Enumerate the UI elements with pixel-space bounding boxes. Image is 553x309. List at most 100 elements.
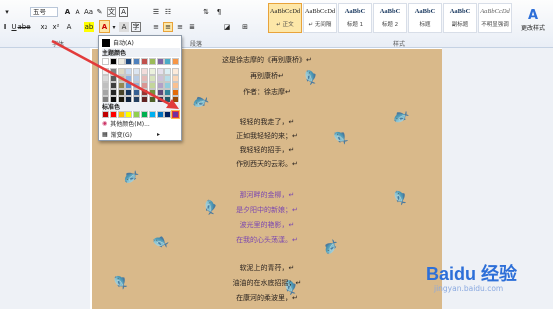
theme-color-swatch[interactable] — [125, 82, 133, 89]
theme-color-swatch[interactable] — [133, 68, 141, 75]
theme-color-swatch[interactable] — [172, 75, 180, 82]
highlight-icon[interactable]: ab — [84, 22, 94, 32]
theme-color-swatch[interactable] — [125, 58, 133, 65]
poem-line[interactable]: 在康河的柔波里，↵ — [92, 293, 442, 303]
strikethrough-icon[interactable]: abe — [17, 22, 30, 32]
text-effects-icon[interactable]: A — [64, 22, 74, 32]
superscript-icon[interactable]: x² — [52, 22, 60, 32]
theme-color-swatch[interactable] — [148, 75, 156, 82]
theme-color-swatch[interactable] — [156, 75, 164, 82]
theme-color-swatch[interactable] — [164, 82, 172, 89]
more-colors-item[interactable]: ◉ 其他颜色(M)... — [102, 119, 150, 128]
numbering-icon[interactable]: ☷ — [163, 7, 173, 17]
standard-color-swatch[interactable] — [141, 111, 148, 118]
purple-standard-swatch[interactable] — [171, 110, 181, 119]
theme-color-swatch[interactable] — [109, 68, 117, 75]
standard-color-swatch[interactable] — [102, 111, 109, 118]
theme-color-swatch[interactable] — [117, 75, 125, 82]
sort-icon[interactable]: ⇅ — [201, 7, 211, 17]
theme-color-swatch[interactable] — [148, 82, 156, 89]
theme-color-swatch[interactable] — [109, 58, 117, 65]
phonetic-icon[interactable]: 文 — [107, 7, 116, 17]
show-marks-icon[interactable]: ¶ — [214, 7, 224, 17]
theme-color-swatch[interactable] — [102, 82, 109, 89]
theme-color-swatch[interactable] — [164, 89, 172, 96]
style-tile-no-spacing[interactable]: AaBbCcDd ↵ 无间隔 — [303, 3, 337, 33]
change-case-icon[interactable]: Aa — [84, 7, 93, 17]
standard-color-swatch[interactable] — [109, 111, 117, 118]
theme-color-swatch[interactable] — [148, 68, 156, 75]
gradient-item[interactable]: ▦ 渐变(G) ▸ — [102, 130, 160, 139]
theme-color-swatch[interactable] — [109, 75, 117, 82]
theme-color-swatch[interactable] — [156, 68, 164, 75]
style-tile-title[interactable]: AaBbC 标题 — [408, 3, 442, 33]
align-center-icon[interactable]: ≡ — [163, 22, 173, 32]
poem-line[interactable]: 软泥上的青荇，↵ — [92, 263, 442, 273]
theme-color-swatch[interactable] — [141, 75, 148, 82]
standard-color-swatch[interactable] — [148, 111, 156, 118]
poem-line[interactable]: 我轻轻的招手，↵ — [92, 145, 442, 155]
theme-color-swatch[interactable] — [172, 89, 180, 96]
standard-color-swatch[interactable] — [125, 111, 133, 118]
theme-color-swatch[interactable] — [125, 89, 133, 96]
theme-color-swatch[interactable] — [156, 89, 164, 96]
theme-color-swatch[interactable] — [133, 75, 141, 82]
font-name-combo-arrow[interactable]: ▾ — [1, 7, 13, 17]
theme-color-swatch[interactable] — [172, 68, 180, 75]
theme-color-swatch[interactable] — [133, 82, 141, 89]
poem-line[interactable]: 波光里的艳影，↵ — [92, 220, 442, 230]
theme-color-swatch[interactable] — [148, 58, 156, 65]
style-tile-subtle-emphasis[interactable]: AaBbCcDd 不明显强调 — [478, 3, 512, 33]
char-shading-icon[interactable]: A — [119, 22, 129, 32]
change-styles-button[interactable]: A 更改样式 — [514, 3, 552, 37]
theme-color-swatch[interactable] — [164, 75, 172, 82]
borders-icon[interactable]: ⊞ — [240, 22, 250, 32]
bold-icon[interactable]: I — [1, 22, 9, 32]
style-tile-normal[interactable]: AaBbCcDd ↵ 正文 — [268, 3, 302, 33]
font-color-button[interactable]: A — [99, 20, 110, 33]
justify-icon[interactable]: ≣ — [187, 22, 197, 32]
theme-color-swatch[interactable] — [117, 82, 125, 89]
theme-color-swatch[interactable] — [141, 82, 148, 89]
theme-color-swatch[interactable] — [102, 75, 109, 82]
theme-color-swatch[interactable] — [141, 58, 148, 65]
theme-color-swatch[interactable] — [164, 68, 172, 75]
auto-color-item[interactable]: 自动(A) — [102, 38, 134, 47]
align-left-icon[interactable]: ≡ — [151, 22, 161, 32]
char-border-icon[interactable]: A — [119, 7, 128, 17]
theme-color-swatch[interactable] — [172, 58, 180, 65]
theme-color-swatch[interactable] — [156, 58, 164, 65]
theme-color-swatch[interactable] — [125, 68, 133, 75]
theme-color-swatch[interactable] — [109, 89, 117, 96]
style-tile-heading1[interactable]: AaBbC 标题 1 — [338, 3, 372, 33]
theme-color-swatch[interactable] — [164, 58, 172, 65]
poem-line[interactable]: 那河畔的金柳，↵ — [92, 190, 442, 200]
theme-color-swatch[interactable] — [172, 82, 180, 89]
poem-line[interactable]: 作别西天的云彩。↵ — [92, 159, 442, 169]
standard-color-swatch[interactable] — [117, 111, 125, 118]
grow-font-icon[interactable]: A — [63, 7, 72, 17]
shading-icon[interactable]: ◪ — [222, 22, 232, 32]
poem-line[interactable]: 在我的心头荡漾。↵ — [92, 235, 442, 245]
standard-color-swatch[interactable] — [133, 111, 141, 118]
theme-color-swatch[interactable] — [133, 58, 141, 65]
subscript-icon[interactable]: x₂ — [40, 22, 48, 32]
shrink-font-icon[interactable]: A — [73, 7, 82, 17]
theme-color-swatch[interactable] — [141, 89, 148, 96]
theme-color-swatch[interactable] — [148, 89, 156, 96]
clear-format-icon[interactable]: ✎ — [95, 7, 104, 17]
theme-color-swatch[interactable] — [109, 82, 117, 89]
theme-color-swatch[interactable] — [156, 82, 164, 89]
style-tile-subtitle[interactable]: AaBbC 副标题 — [443, 3, 477, 33]
poem-line[interactable]: 是夕阳中的新娘；↵ — [92, 205, 442, 215]
theme-color-swatch[interactable] — [117, 68, 125, 75]
bullets-icon[interactable]: ☰ — [151, 7, 161, 17]
standard-color-swatch[interactable] — [156, 111, 164, 118]
poem-line[interactable]: 油油的在水底招摇；↵ — [92, 278, 442, 288]
theme-color-swatch[interactable] — [102, 58, 109, 65]
theme-color-swatch[interactable] — [117, 58, 125, 65]
font-color-dropdown-arrow[interactable]: ▾ — [111, 22, 117, 32]
theme-color-swatch[interactable] — [125, 75, 133, 82]
theme-color-swatch[interactable] — [141, 68, 148, 75]
standard-color-swatch[interactable] — [164, 111, 172, 118]
